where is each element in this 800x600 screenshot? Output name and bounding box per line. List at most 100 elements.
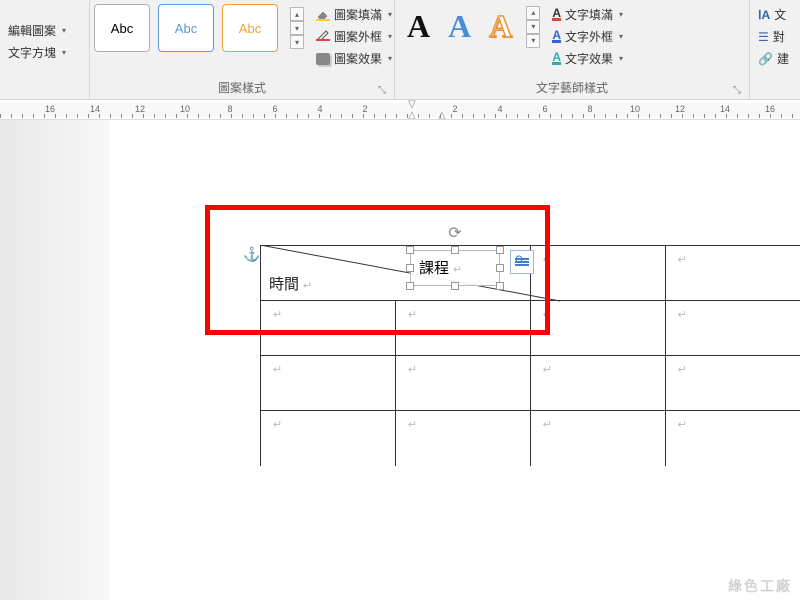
effects-icon [316,53,330,65]
table-cell[interactable]: ↵ [665,356,800,411]
pen-outline-icon [316,29,330,44]
ruler-number: 4 [497,104,502,114]
table-row: ↵ ↵ ↵ ↵ [261,411,800,466]
shape-outline-button[interactable]: 圖案外框 ▾ [312,26,396,47]
table-cell[interactable]: ↵ [665,301,800,356]
wordart-option-2[interactable]: A [440,4,479,49]
shape-effects-button[interactable]: 圖案效果 ▾ [312,48,396,69]
text-box-button[interactable]: 文字方塊 ▾ [4,42,70,63]
ribbon: 編輯圖案 ▾ 文字方塊 ▾ Abc Abc Abc ▴ ▾ ▾ [0,0,800,100]
table-cell[interactable]: ↵ [530,301,665,356]
selected-textbox[interactable]: 課程↵ ⟳ [410,250,500,286]
shape-fill-button[interactable]: 圖案填滿 ▾ [312,4,396,25]
text-outline-icon: A [552,30,561,43]
rotate-handle-icon[interactable]: ⟳ [448,223,461,243]
text-outline-button[interactable]: A 文字外框 ▾ [548,26,627,47]
table-cell[interactable]: ↵ [530,356,665,411]
ruler-number: 6 [272,104,277,114]
text-fill-button[interactable]: A 文字填滿 ▾ [548,4,627,25]
text-effects-button[interactable]: A 文字效果 ▾ [548,48,627,69]
text-direction-icon: ⅠA [758,8,770,22]
table-cell[interactable]: ↵ [665,246,800,301]
shape-style-option-1[interactable]: Abc [94,4,150,52]
resize-handle[interactable] [406,282,414,290]
ruler-number: 8 [587,104,592,114]
page[interactable]: ⚓ 時間↵ ↵ ↵ ↵ ↵ ↵ ↵ ↵ ↵ ↵ ↵ ↵ ↵ [110,120,800,600]
textbox-content: 課程 [419,260,449,277]
resize-handle[interactable] [406,264,414,272]
indent-marker-top[interactable]: ▽ [408,100,416,110]
chevron-down-icon: ▾ [62,26,66,35]
table-cell[interactable]: ↵ [261,301,396,356]
ruler-number: 8 [227,104,232,114]
indent-marker-bottom[interactable]: △ [408,110,416,120]
paint-bucket-icon [316,9,330,21]
table-cell[interactable]: ↵ [395,411,530,466]
layout-options-button[interactable] [510,250,534,274]
horizontal-ruler[interactable]: 24681012141624681012141618 ▽ △ △ [0,100,800,120]
text-effects-icon: A [552,52,561,65]
gallery-scroll: ▴ ▾ ▾ [290,4,304,52]
ruler-number: 12 [135,104,145,114]
gallery-down-icon[interactable]: ▾ [290,21,304,35]
edit-shape-label: 編輯圖案 [8,22,56,39]
dialog-launcher-icon[interactable]: ⤡ [376,85,388,97]
ruler-number: 10 [180,104,190,114]
wordart-gallery[interactable]: A A A ▴ ▾ ▾ [399,4,540,49]
ruler-number: 16 [765,104,775,114]
resize-handle[interactable] [451,282,459,290]
chevron-down-icon: ▾ [62,48,66,57]
edit-shape-button[interactable]: 編輯圖案 ▾ [4,20,70,41]
wordart-gallery-scroll: ▴ ▾ ▾ [526,4,540,49]
gallery-down-icon[interactable]: ▾ [526,20,540,34]
chevron-down-icon: ▾ [388,32,392,41]
wordart-option-1[interactable]: A [399,4,438,49]
table-cell[interactable]: ↵ [395,356,530,411]
shape-styles-label: 圖案樣式 ⤡ [94,76,390,99]
table-cell[interactable]: ↵ [530,411,665,466]
chevron-down-icon: ▾ [388,54,392,63]
wordart-styles-group: A A A ▴ ▾ ▾ A 文字填滿 ▾ A 文字外框 ▾ [395,0,750,99]
resize-handle[interactable] [496,282,504,290]
gallery-up-icon[interactable]: ▴ [526,6,540,20]
table-cell[interactable]: ↵ [395,301,530,356]
indent-marker-right[interactable]: △ [438,110,446,120]
group-label [4,79,85,99]
resize-handle[interactable] [496,264,504,272]
shape-styles-group: Abc Abc Abc ▴ ▾ ▾ 圖案填滿 ▾ 圖案外框 ▾ [90,0,395,99]
document-table[interactable]: ⚓ 時間↵ ↵ ↵ ↵ ↵ ↵ ↵ ↵ ↵ ↵ ↵ ↵ ↵ [260,245,800,466]
chevron-down-icon: ▾ [619,10,623,19]
create-link-button[interactable]: 🔗 建 [754,48,793,69]
ruler-number: 14 [720,104,730,114]
table-cell[interactable]: ↵ [665,411,800,466]
gallery-more-icon[interactable]: ▾ [526,34,540,48]
table-cell[interactable]: ↵ [261,411,396,466]
dialog-launcher-icon[interactable]: ⤡ [731,85,743,97]
shape-style-gallery[interactable]: Abc Abc Abc ▴ ▾ ▾ [94,4,304,52]
text-direction-button[interactable]: ⅠA 文 [754,4,790,25]
ruler-number: 6 [542,104,547,114]
ruler-number: 12 [675,104,685,114]
partial-group: ⅠA 文 ☰ 對 🔗 建 [750,0,800,99]
document-area: ⚓ 時間↵ ↵ ↵ ↵ ↵ ↵ ↵ ↵ ↵ ↵ ↵ ↵ ↵ [0,120,800,600]
shape-style-option-3[interactable]: Abc [222,4,278,52]
resize-handle[interactable] [496,246,504,254]
chevron-down-icon: ▾ [619,32,623,41]
gallery-more-icon[interactable]: ▾ [290,35,304,49]
table-cell[interactable]: ↵ [261,356,396,411]
shape-style-option-2[interactable]: Abc [158,4,214,52]
resize-handle[interactable] [406,246,414,254]
chevron-down-icon: ▾ [619,54,623,63]
ruler-number: 4 [317,104,322,114]
cell-label-lower: 時間↵ [269,273,312,294]
table-cell[interactable]: ↵ [530,246,665,301]
wordart-option-3[interactable]: A [481,4,520,49]
watermark: 綠色工廠 [728,576,792,596]
gallery-up-icon[interactable]: ▴ [290,7,304,21]
resize-handle[interactable] [451,246,459,254]
text-box-label: 文字方塊 [8,44,56,61]
table-row: ↵ ↵ ↵ ↵ [261,301,800,356]
insert-shapes-group: 編輯圖案 ▾ 文字方塊 ▾ [0,0,90,99]
ruler-number: 14 [90,104,100,114]
align-button[interactable]: ☰ 對 [754,26,789,47]
